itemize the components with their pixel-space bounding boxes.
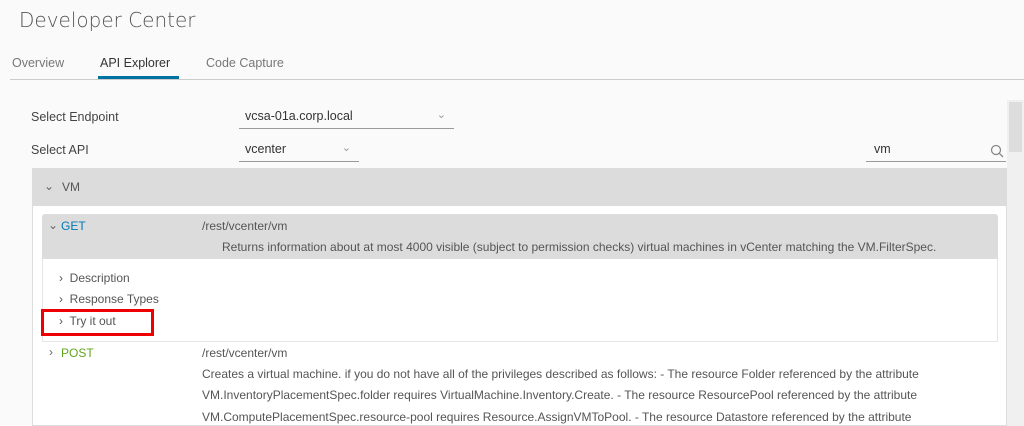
chevron-down-icon: ⌄ [48,218,59,232]
endpoint-select[interactable]: vcsa-01a.corp.local ⌄ [239,109,454,129]
operation-header-get[interactable]: ⌄ GET /rest/vcenter/vm Returns informati… [42,214,998,259]
chevron-down-icon: ⌄ [341,142,351,154]
section-header-vm[interactable]: ⌄ VM [32,168,1007,206]
chevron-right-icon: › [59,292,63,306]
operation-description-line: VM.InventoryPlacementSpec.folder require… [202,388,918,402]
section-title: VM [62,180,80,194]
tab-code-capture[interactable]: Code Capture [206,56,284,70]
api-label: Select API [31,143,89,157]
method-post[interactable]: POST [61,346,94,360]
endpoint-label: Select Endpoint [31,110,119,124]
api-value: vcenter [245,142,286,156]
subitem-response-types[interactable]: › Response Types [59,292,159,306]
operation-description-line: Creates a virtual machine. if you do not… [202,367,919,381]
search-value: vm [874,142,891,156]
search-input[interactable]: vm [866,142,1006,162]
operation-path: /rest/vcenter/vm [202,346,288,360]
method-get: GET [61,219,86,233]
chevron-right-icon: › [59,271,63,285]
page-title: Developer Center [19,8,196,32]
scrollbar-thumb[interactable] [1009,102,1022,152]
operation-summary: Returns information about at most 4000 v… [222,240,937,254]
tab-api-explorer[interactable]: API Explorer [100,56,170,70]
subitem-description[interactable]: › Description [59,271,130,285]
chevron-right-icon[interactable]: › [49,345,53,359]
chevron-down-icon: ⌄ [44,179,55,193]
operation-path: /rest/vcenter/vm [202,219,288,233]
tab-overview[interactable]: Overview [12,56,64,70]
endpoint-value: vcsa-01a.corp.local [245,109,353,123]
operation-body [42,259,998,342]
chevron-down-icon: ⌄ [436,109,446,121]
operation-description-line: VM.ComputePlacementSpec.resource-pool re… [202,410,912,424]
api-select[interactable]: vcenter ⌄ [239,142,359,162]
subitem-label: Response Types [69,292,159,306]
subitem-label: Description [69,271,130,285]
highlight-box [41,309,154,336]
tab-divider [10,79,1024,80]
search-icon[interactable] [990,144,1004,158]
